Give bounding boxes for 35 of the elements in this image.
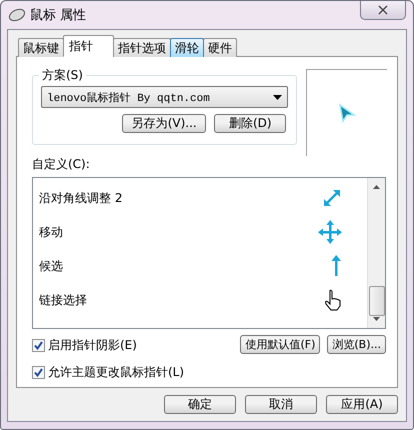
dialog-button[interactable]: 取消 (245, 395, 317, 414)
dropdown-arrow-icon (273, 94, 282, 100)
scrollbar[interactable] (367, 178, 385, 328)
scroll-thumb[interactable] (368, 286, 384, 316)
cursor-name[interactable]: 沿对角线调整 2 (39, 190, 122, 206)
cursor-name[interactable]: 链接选择 (39, 292, 87, 308)
cursor-name[interactable]: 移动 (39, 224, 63, 240)
checkbox-label: 启用指针阴影(E) (48, 337, 137, 354)
scroll-up-icon (373, 185, 380, 189)
group-label: 方案(S) (39, 67, 86, 84)
scheme-button[interactable]: 另存为(V)... (122, 114, 206, 133)
close-button[interactable]: × (360, 1, 406, 20)
checkbox-label: 允许主题更改鼠标指针(L) (48, 364, 184, 381)
checkbox[interactable] (32, 339, 45, 352)
dialog-button[interactable]: 应用(A) (326, 395, 398, 414)
diagonal-arrow-icon (322, 188, 342, 208)
tab[interactable]: 硬件 (203, 38, 237, 57)
scheme-button[interactable]: 删除(D) (214, 114, 286, 133)
up-arrow-icon (330, 255, 342, 277)
checkbox[interactable] (32, 366, 45, 379)
list-label: 自定义(C): (32, 156, 90, 173)
mouse-icon (8, 8, 26, 22)
move-arrows-icon (318, 220, 342, 244)
arrow-pointer-icon (337, 103, 358, 123)
hand-pointer-icon (324, 289, 342, 311)
option-button[interactable]: 浏览(B)... (327, 335, 386, 354)
tab[interactable]: 鼠标键 (18, 38, 64, 57)
option-button[interactable]: 使用默认值(F) (240, 335, 320, 354)
dialog-button[interactable]: 确定 (164, 395, 236, 414)
cursor-name[interactable]: 候选 (39, 258, 63, 274)
window-title: 鼠标 属性 (30, 7, 88, 24)
tab[interactable]: 滑轮 (170, 38, 204, 57)
tab[interactable]: 指针 (63, 35, 114, 57)
scheme-dropdown[interactable]: lenovo鼠标指针 By qqtn.com (41, 86, 288, 108)
tab[interactable]: 指针选项 (113, 38, 171, 57)
